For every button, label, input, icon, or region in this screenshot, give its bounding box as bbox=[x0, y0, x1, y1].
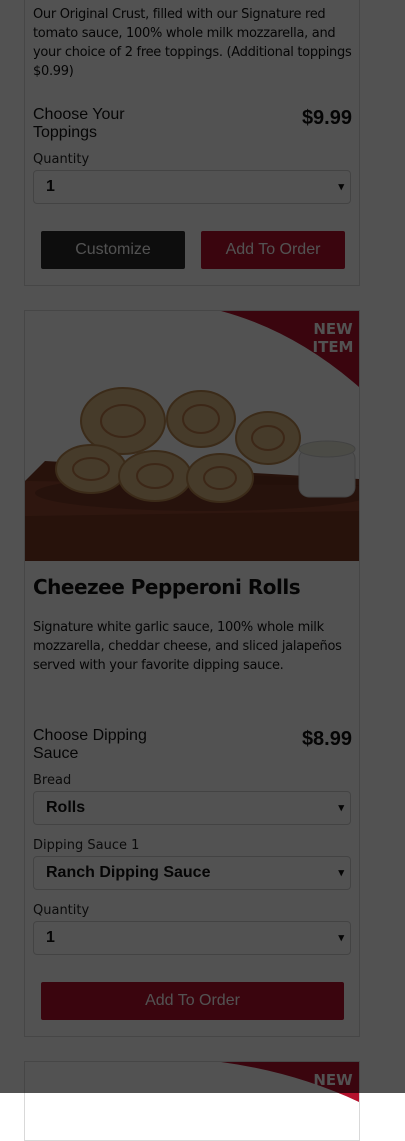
ribbon-shape bbox=[221, 1062, 359, 1102]
product-card-pepperoni-rolls: NEW ITEM Cheezee Pepperoni Rolls Signatu… bbox=[24, 310, 360, 1037]
product-card-next: NEW bbox=[24, 1061, 360, 1141]
product-price: $9.99 bbox=[301, 107, 352, 129]
choose-toppings-link[interactable]: Choose Your Toppings bbox=[33, 106, 183, 142]
dipping-sauce-label: Dipping Sauce 1 bbox=[33, 838, 140, 853]
add-to-order-button[interactable]: Add To Order bbox=[201, 231, 345, 269]
bread-label: Bread bbox=[33, 773, 72, 788]
dipping-sauce-select[interactable]: Ranch Dipping Sauce ▾ bbox=[33, 856, 351, 890]
new-item-badge: NEW ITEM bbox=[312, 320, 354, 356]
quantity-label: Quantity bbox=[33, 903, 90, 918]
chevron-down-icon: ▾ bbox=[338, 867, 344, 879]
new-item-badge: NEW bbox=[313, 1071, 353, 1089]
product-description: Our Original Crust, filled with our Sign… bbox=[33, 7, 352, 79]
dipping-sauce-value: Ranch Dipping Sauce bbox=[46, 864, 211, 881]
product-title: Cheezee Pepperoni Rolls bbox=[33, 575, 301, 599]
customize-button[interactable]: Customize bbox=[41, 231, 185, 269]
chevron-down-icon: ▾ bbox=[338, 181, 344, 193]
choose-dipping-sauce-link[interactable]: Choose Dipping Sauce bbox=[33, 727, 183, 763]
chevron-down-icon: ▾ bbox=[338, 802, 344, 814]
product-card-pizza: Our Original Crust, filled with our Sign… bbox=[24, 0, 360, 286]
pepperoni-rolls-illustration bbox=[25, 311, 359, 561]
quantity-label: Quantity bbox=[33, 152, 90, 167]
product-description: Signature white garlic sauce, 100% whole… bbox=[33, 620, 342, 673]
quantity-select[interactable]: 1 ▾ bbox=[33, 921, 351, 955]
quantity-value: 1 bbox=[46, 929, 55, 946]
product-price: $8.99 bbox=[301, 728, 352, 750]
chevron-down-icon: ▾ bbox=[338, 932, 344, 944]
add-to-order-button[interactable]: Add To Order bbox=[41, 982, 344, 1020]
bread-value: Rolls bbox=[46, 799, 86, 816]
bread-select[interactable]: Rolls ▾ bbox=[33, 791, 351, 825]
quantity-value: 1 bbox=[46, 178, 55, 195]
quantity-select[interactable]: 1 ▾ bbox=[33, 170, 351, 204]
product-image: NEW ITEM bbox=[25, 311, 359, 561]
menu-page: Our Original Crust, filled with our Sign… bbox=[0, 0, 405, 1141]
